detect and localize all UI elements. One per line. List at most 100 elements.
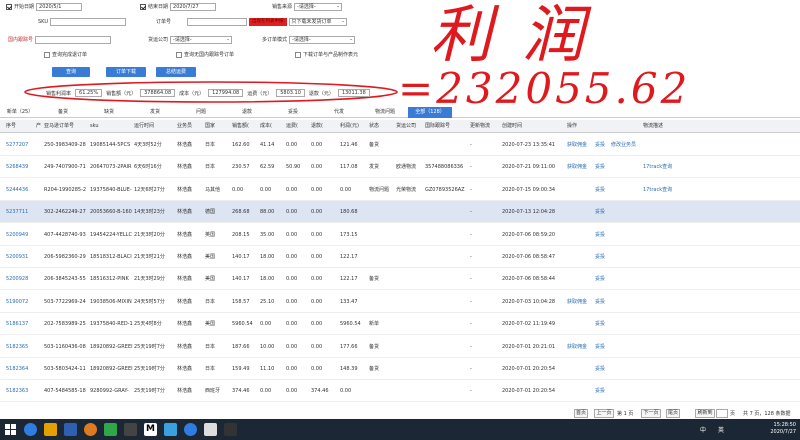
cell-get-commission-link[interactable] — [567, 246, 591, 268]
browser-icon-2[interactable] — [184, 423, 197, 436]
order-status-select[interactable]: 只下载未发货订单 — [288, 17, 347, 26]
cell-delivered-link[interactable]: 妥投 — [595, 380, 609, 402]
table-row[interactable]: 5200949 407-4428740-93 19454224-YELLC 21天3时… — [0, 224, 800, 246]
cell-change-staff-link[interactable] — [611, 313, 641, 335]
cell-track-link[interactable] — [643, 313, 683, 335]
table-row[interactable]: 5182364 503-5803424-11 18920892-GREEI 25天19… — [0, 358, 800, 380]
cell-track-link[interactable] — [643, 336, 683, 358]
tracking-input[interactable] — [35, 35, 112, 44]
query-button[interactable]: 查询 — [52, 67, 90, 77]
cell-delivered-link[interactable]: 妥投 — [595, 156, 609, 178]
app-icon-black[interactable] — [224, 423, 237, 436]
cell-delivered-link[interactable]: 妥投 — [595, 246, 609, 268]
multi-order-select[interactable]: -请选择- — [289, 35, 356, 44]
cell-change-staff-link[interactable] — [611, 268, 641, 290]
cell-get-commission-link[interactable]: 获取佣金 — [567, 336, 591, 358]
tab-problem[interactable]: 问题 — [178, 107, 224, 118]
cell-change-staff-link[interactable] — [611, 336, 641, 358]
end-date-input[interactable]: 2020/7/27 — [170, 2, 217, 11]
prev-page-button[interactable]: 上一页 — [594, 409, 614, 418]
cell-change-staff-link[interactable] — [611, 156, 641, 178]
cell-row-id[interactable]: 5268439 — [6, 156, 34, 178]
cell-track-link[interactable] — [643, 380, 683, 402]
cell-change-staff-link[interactable]: 修改业务员 — [611, 134, 641, 156]
cell-row-id[interactable]: 5244436 — [6, 179, 34, 201]
cell-row-id[interactable]: 5200928 — [6, 268, 34, 290]
language-indicator[interactable]: 英 — [718, 425, 724, 434]
check-transit-checkbox[interactable] — [176, 51, 182, 58]
cell-track-link[interactable] — [643, 134, 683, 156]
cell-track-link[interactable] — [643, 358, 683, 380]
cell-track-link[interactable] — [643, 246, 683, 268]
cell-get-commission-link[interactable] — [567, 179, 591, 201]
table-row[interactable]: 5182363 407-5484585-18 9280992-GRAY- 25天19时… — [0, 380, 800, 403]
cell-row-id[interactable]: 5190072 — [6, 291, 34, 313]
cell-row-id[interactable]: 5182363 — [6, 380, 34, 402]
tab-shortage[interactable]: 缺货 — [86, 107, 132, 118]
cell-get-commission-link[interactable] — [567, 224, 591, 246]
order-no-input[interactable] — [187, 17, 248, 26]
cell-change-staff-link[interactable] — [611, 380, 641, 402]
browser-icon[interactable] — [24, 423, 37, 436]
app-icon-blue[interactable] — [64, 423, 77, 436]
sales-source-select[interactable]: -请选择- — [294, 2, 343, 11]
system-clock[interactable]: 15:28:50 2020/7/27 — [770, 422, 796, 436]
cell-get-commission-link[interactable]: 获取佣金 — [567, 134, 591, 156]
ime-indicator[interactable]: 中 — [700, 425, 706, 434]
table-row[interactable]: 5190072 503-7722969-24 19038506-MIXIN 24天5时… — [0, 291, 800, 313]
goto-page-button[interactable]: 刷新到 — [695, 409, 715, 418]
cell-row-id[interactable]: 5186137 — [6, 313, 34, 335]
wechat-icon[interactable] — [104, 423, 117, 436]
tab-logistics-problem[interactable]: 物流问题 — [362, 107, 408, 118]
check-done-option[interactable]: 查询完成退订单 — [44, 50, 87, 59]
cell-change-staff-link[interactable] — [611, 246, 641, 268]
first-page-button[interactable]: 首页 — [574, 409, 588, 418]
cell-row-id[interactable]: 5200931 — [6, 246, 34, 268]
cell-change-staff-link[interactable] — [611, 201, 641, 223]
table-row[interactable]: 5244436 R204-1990285-2 19375840-BLUE- 12天6时… — [0, 179, 800, 201]
app-icon-lightblue[interactable] — [164, 423, 177, 436]
order-download-button[interactable]: 订单下载 — [106, 67, 146, 77]
m-app-icon[interactable]: M — [144, 423, 157, 436]
cell-track-link[interactable]: 17track查询 — [643, 156, 683, 178]
cell-delivered-link[interactable]: 妥投 — [595, 358, 609, 380]
cell-delivered-link[interactable]: 妥投 — [595, 201, 609, 223]
app-icon-orange[interactable] — [84, 423, 97, 436]
tab-delivered[interactable]: 妥投 — [270, 107, 316, 118]
tab-new[interactable]: 新单（25） — [0, 107, 40, 118]
table-row[interactable]: 5186137 202-7583989-25 19375840-RED-1 25天4时… — [0, 313, 800, 336]
tab-refund[interactable]: 退款 — [224, 107, 270, 118]
cell-get-commission-link[interactable] — [567, 358, 591, 380]
cell-get-commission-link[interactable]: 获取佣金 — [567, 156, 591, 178]
cell-delivered-link[interactable]: 妥投 — [595, 313, 609, 335]
cell-change-staff-link[interactable] — [611, 358, 641, 380]
start-date-input[interactable]: 2020/5/1 — [36, 2, 83, 11]
last-page-button[interactable]: 尾页 — [666, 409, 680, 418]
folder-icon[interactable] — [44, 423, 57, 436]
freight-select[interactable]: -请选择- — [170, 35, 233, 44]
cell-track-link[interactable] — [643, 201, 683, 223]
cell-delivered-link[interactable]: 妥投 — [595, 179, 609, 201]
cell-row-id[interactable]: 5182364 — [6, 358, 34, 380]
cell-get-commission-link[interactable] — [567, 201, 591, 223]
check-download-option[interactable]: 下载订单与产品制作表元 — [295, 50, 358, 59]
table-row[interactable]: 5237711 302-2462249-27 20053660-B-160 14天3时… — [0, 201, 800, 224]
cell-delivered-link[interactable]: 妥投 — [595, 134, 609, 156]
table-row[interactable]: 5200931 206-5982360-29 18518312-BLACI 21天3时… — [0, 246, 800, 268]
cell-delivered-link[interactable]: 妥投 — [595, 291, 609, 313]
check-download-checkbox[interactable] — [295, 51, 301, 58]
app-icon-dark[interactable] — [124, 423, 137, 436]
sku-input[interactable] — [49, 17, 126, 26]
cell-track-link[interactable]: 17track查询 — [643, 179, 683, 201]
cell-get-commission-link[interactable] — [567, 268, 591, 290]
cell-delivered-link[interactable]: 妥投 — [595, 268, 609, 290]
table-row[interactable]: 5200928 206-3845243-55 18516312-PINK 21天3时2… — [0, 268, 800, 291]
cell-row-id[interactable]: 5200949 — [6, 224, 34, 246]
cell-row-id[interactable]: 5182365 — [6, 336, 34, 358]
tab-stock[interactable]: 备货 — [40, 107, 86, 118]
check-done-checkbox[interactable] — [44, 51, 50, 58]
cell-get-commission-link[interactable]: 获取佣金 — [567, 291, 591, 313]
windows-start-icon[interactable] — [4, 423, 17, 436]
cell-get-commission-link[interactable] — [567, 380, 591, 402]
start-date-checkbox[interactable] — [6, 3, 12, 10]
